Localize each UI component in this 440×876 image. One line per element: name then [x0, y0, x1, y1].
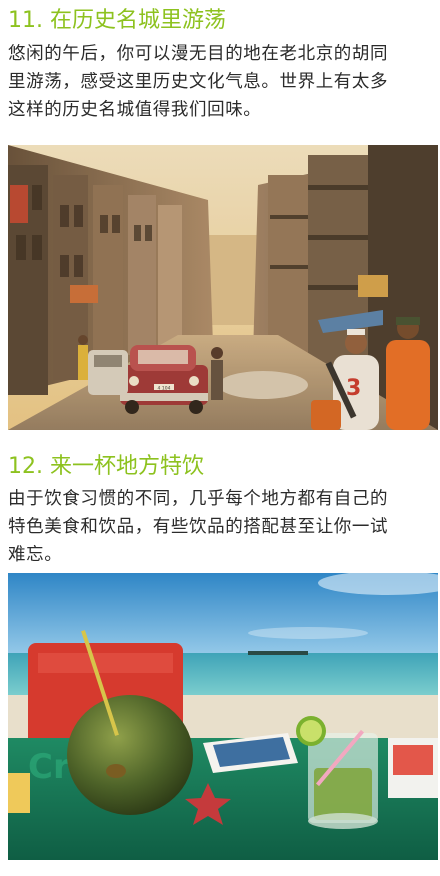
beach-drinks-photo: Cristal — [8, 573, 438, 860]
street-scene-photo: 4 104 3 — [8, 145, 438, 430]
section-11-title: 在历史名城里游荡 — [50, 8, 227, 33]
section-12-title: 来一杯地方特饮 — [50, 454, 205, 479]
section-11-line-2: 里游荡，感受这里历史文化气息。世界上有太多 — [8, 72, 389, 92]
section-12-number: 12. — [8, 454, 43, 479]
section-11-line-1: 悠闲的午后，你可以漫无目的地在老北京的胡同 — [8, 44, 389, 64]
section-11-body: 悠闲的午后，你可以漫无目的地在老北京的胡同 里游荡，感受这里历史文化气息。世界上… — [8, 40, 436, 124]
section-12-heading: 12. 来一杯地方特饮 — [8, 452, 204, 482]
section-11-line-3: 这样的历史名城值得我们回味。 — [8, 100, 262, 120]
section-12-line-3: 难忘。 — [8, 545, 63, 565]
section-12-line-1: 由于饮食习惯的不同，几乎每个地方都有自己的 — [8, 489, 389, 509]
section-11-heading: 11. 在历史名城里游荡 — [8, 6, 226, 36]
section-12-body: 由于饮食习惯的不同，几乎每个地方都有自己的 特色美食和饮品，有些饮品的搭配甚至让… — [8, 485, 436, 569]
section-11-number: 11. — [8, 8, 43, 33]
section-12-line-2: 特色美食和饮品，有些饮品的搭配甚至让你一试 — [8, 517, 389, 537]
